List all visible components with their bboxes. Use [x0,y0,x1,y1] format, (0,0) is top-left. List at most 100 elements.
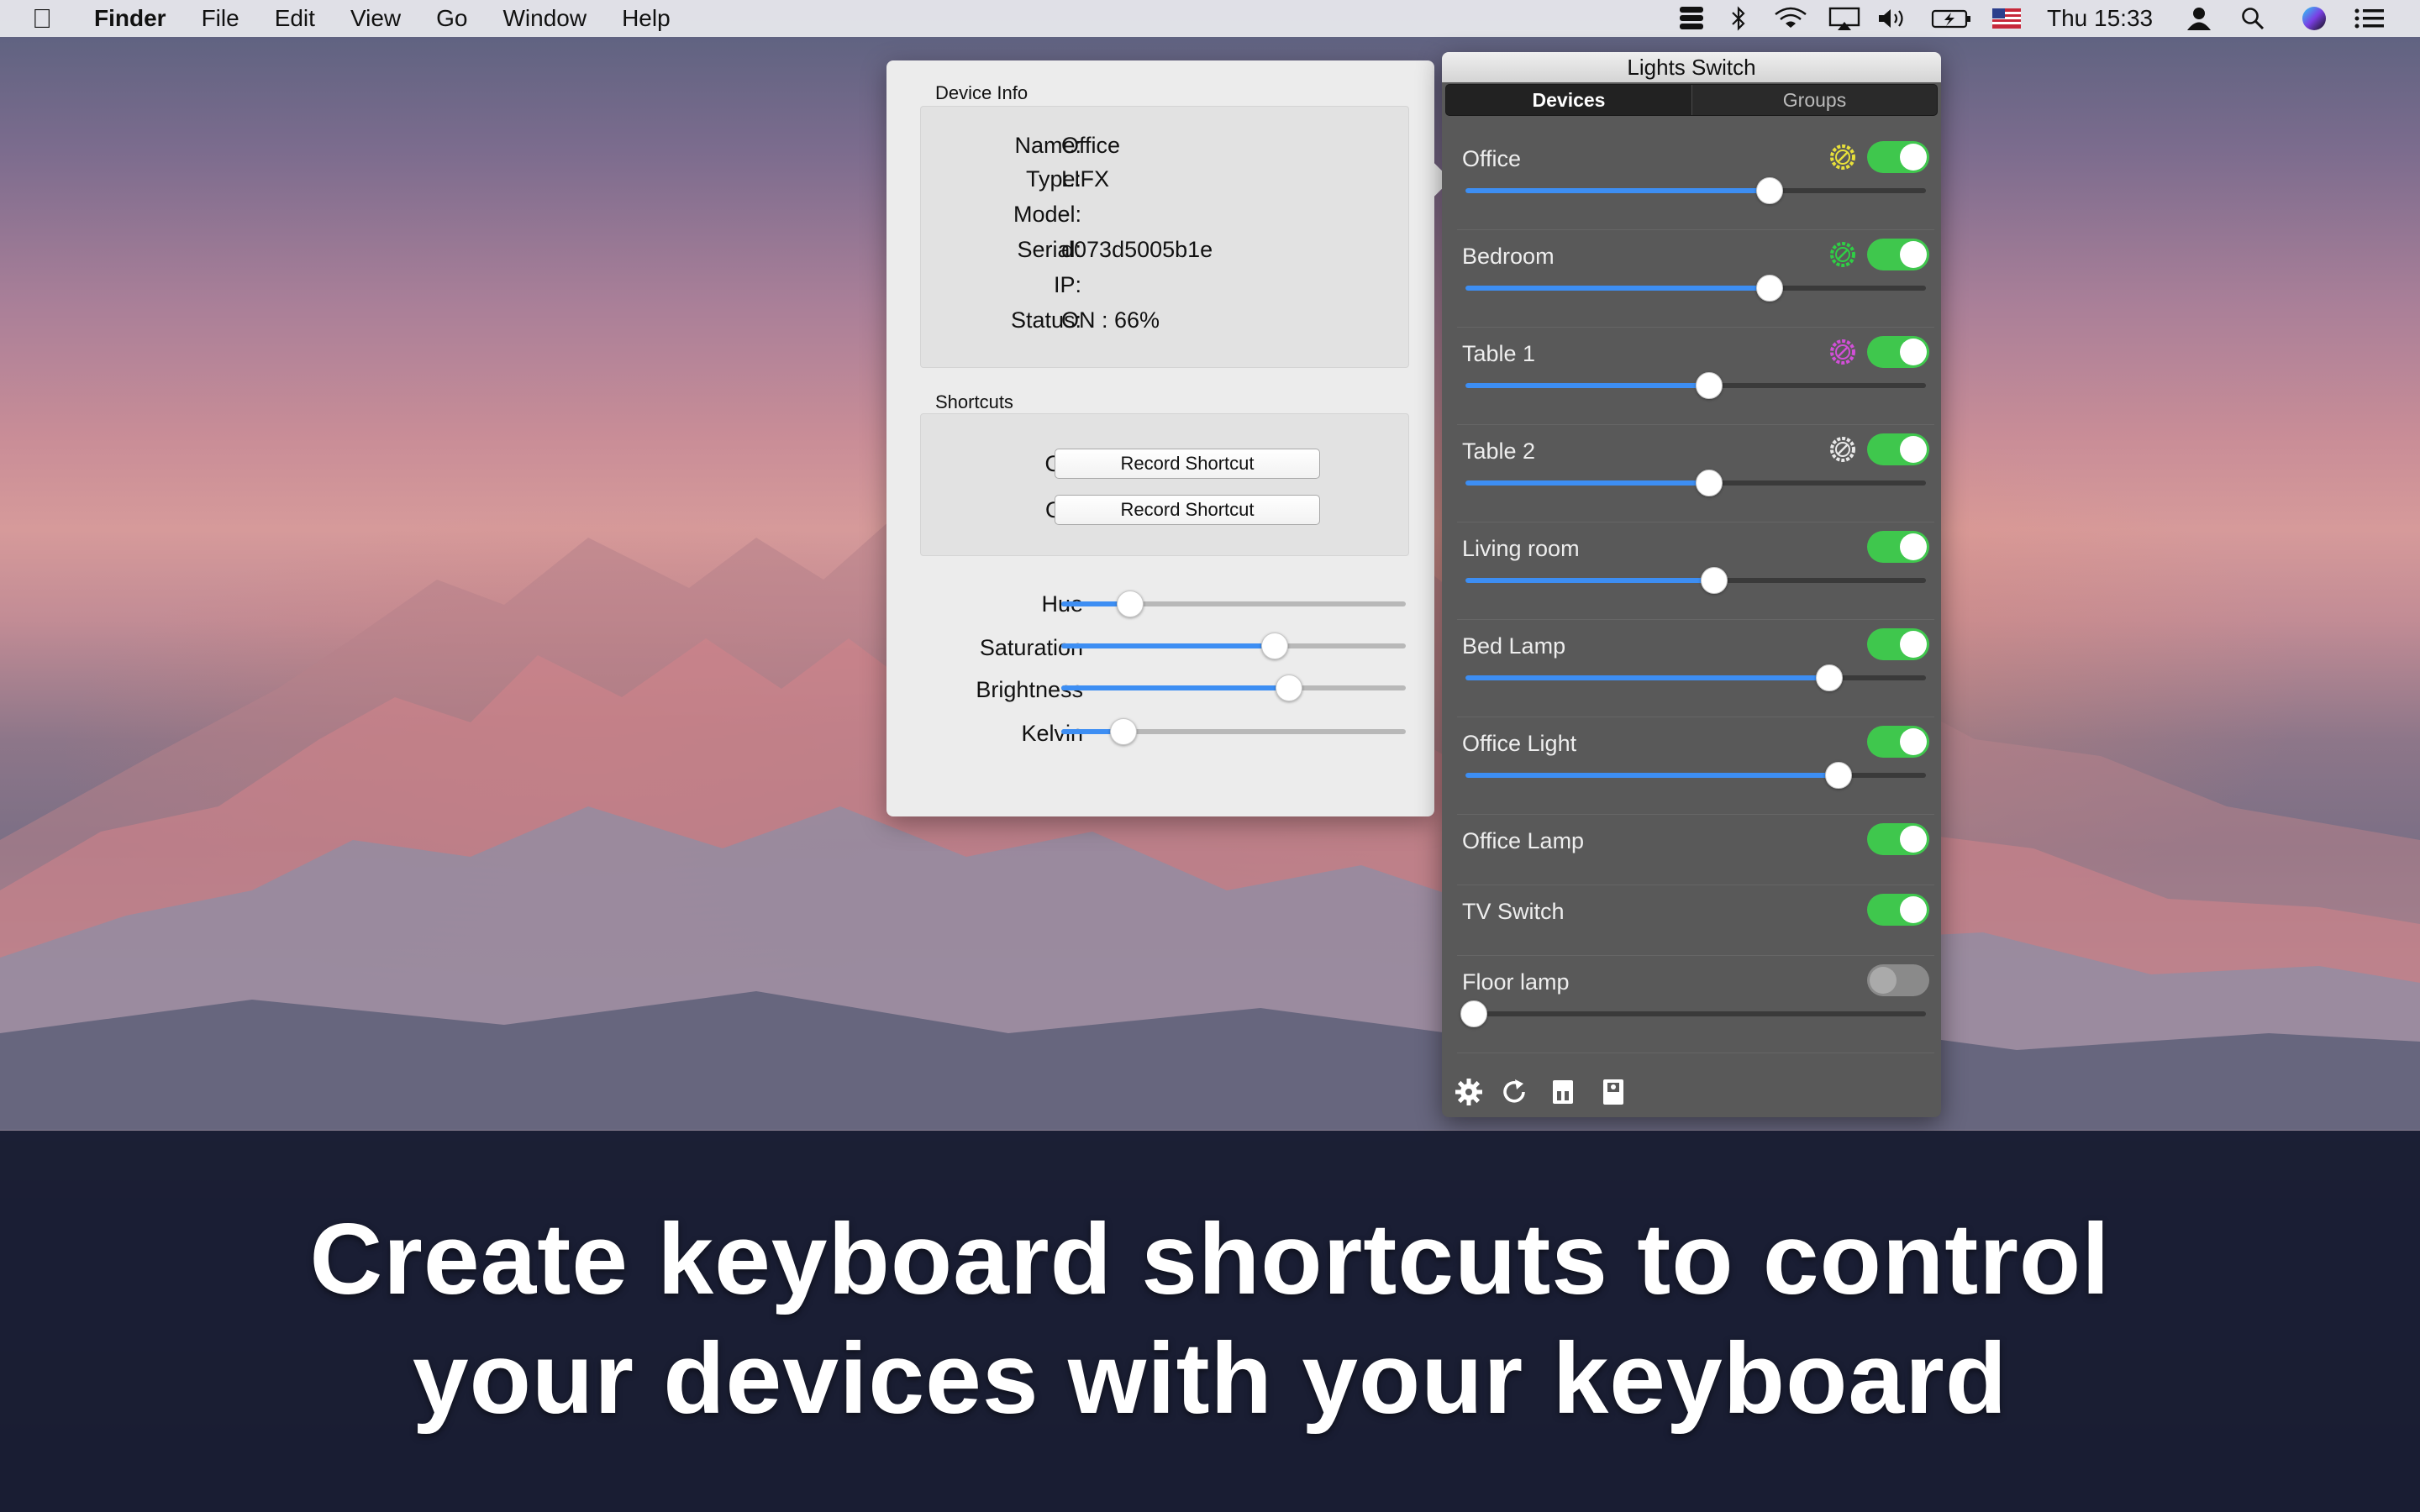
slider-knob[interactable] [1696,372,1723,399]
device-row[interactable]: TV Switch [1442,885,1941,956]
toggle-knob [1900,533,1927,560]
siri-icon[interactable] [2299,5,2329,32]
color-control-slider[interactable] [1061,591,1406,617]
menu-window[interactable]: Window [502,5,587,32]
slider-knob[interactable] [1275,675,1302,701]
device-toggle[interactable] [1867,433,1929,465]
color-control-slider[interactable] [1061,633,1406,659]
slider-knob[interactable] [1117,591,1144,617]
brightness-slider[interactable] [1465,275,1926,302]
device-toggle[interactable] [1867,823,1929,855]
status-label: Status: [1010,307,1081,333]
menu-view[interactable]: View [350,5,401,32]
brightness-slider[interactable] [1465,177,1926,204]
slider-knob[interactable] [1755,177,1783,204]
device-toggle[interactable] [1867,964,1929,996]
volume-icon[interactable] [1876,5,1909,32]
color-control-slider[interactable] [1061,675,1406,701]
serial-label: Serial: [1017,237,1081,262]
device-row[interactable]: Bed Lamp [1442,620,1941,717]
color-wheel-icon[interactable] [1828,435,1857,464]
record-off-shortcut-button[interactable]: Record Shortcut [1055,495,1320,525]
toggle-knob [1900,896,1927,923]
device-detail-popover: Device Info Name: Office Type: LIFX Mode… [886,60,1451,816]
device-toggle[interactable] [1867,726,1929,758]
device-icon[interactable] [1597,1075,1630,1109]
slider-knob[interactable] [1815,664,1843,691]
device-row[interactable]: Office [1442,133,1941,230]
brightness-slider[interactable] [1465,762,1926,789]
gear-icon[interactable] [1452,1075,1486,1109]
slider-knob[interactable] [1824,762,1852,789]
type-value: LIFX [1061,166,1110,192]
device-toggle[interactable] [1867,141,1929,173]
slider-fill [1465,286,1770,291]
device-row[interactable]: Floor lamp [1442,956,1941,1053]
color-wheel-icon[interactable] [1828,240,1857,269]
name-label: Name: [1014,133,1081,158]
refresh-icon[interactable] [1497,1075,1531,1109]
menu-file[interactable]: File [202,5,239,32]
color-wheel-icon[interactable] [1828,143,1857,171]
wifi-icon[interactable] [1771,5,1810,32]
tab-groups[interactable]: Groups [1691,85,1937,115]
device-name: Bedroom [1462,244,1555,269]
lights-switch-icon[interactable] [1676,5,1707,32]
caption-line-1: Create keyboard shortcuts to control [309,1203,2111,1315]
serial-value: d073d5005b1e [1061,237,1213,262]
brightness-slider[interactable] [1465,664,1926,691]
shortcuts-box [920,413,1409,556]
device-toggle[interactable] [1867,531,1929,563]
menu-go[interactable]: Go [436,5,467,32]
device-row[interactable]: Living room [1442,522,1941,620]
battery-icon[interactable] [1931,5,1973,32]
color-control-label: Kelvin [1021,721,1083,746]
menu-clock[interactable]: Thu 15:33 [2047,0,2153,37]
slider-knob[interactable] [1755,275,1783,302]
brightness-slider[interactable] [1465,567,1926,594]
menu-app-name[interactable]: Finder [94,5,166,32]
device-row[interactable]: Table 2 [1442,425,1941,522]
airplay-icon[interactable] [1827,5,1862,32]
color-control-slider[interactable] [1061,718,1406,745]
device-toggle[interactable] [1867,336,1929,368]
notification-list-icon[interactable] [2353,5,2386,32]
device-name: Table 1 [1462,341,1536,366]
device-name: Bed Lamp [1462,633,1566,659]
scene-icon[interactable] [1546,1075,1580,1109]
search-icon[interactable] [2238,5,2267,32]
apple-icon[interactable]:  [32,3,52,34]
bluetooth-icon[interactable] [1726,5,1751,32]
toggle-knob [1900,631,1927,658]
device-row[interactable]: Office Light [1442,717,1941,815]
device-row[interactable]: Office Lamp [1442,815,1941,885]
menu-edit[interactable]: Edit [275,5,315,32]
slider-knob[interactable] [1696,470,1723,496]
slider-knob[interactable] [1700,567,1728,594]
toggle-knob [1900,728,1927,755]
user-icon[interactable] [2185,5,2213,32]
status-value: ON : 66% [1061,307,1160,333]
device-row[interactable]: Bedroom [1442,230,1941,328]
slider-knob[interactable] [1261,633,1289,659]
color-wheel-icon[interactable] [1828,338,1857,366]
slider-knob[interactable] [1109,718,1137,745]
lights-switch-panel: Lights Switch Devices Groups Office Bedro… [1442,52,1941,1117]
slider-fill [1465,480,1710,486]
brightness-slider[interactable] [1465,470,1926,496]
brightness-slider[interactable] [1460,1000,1926,1027]
device-toggle[interactable] [1867,894,1929,926]
device-toggle[interactable] [1867,628,1929,660]
device-name: Office Light [1462,731,1577,756]
tab-devices[interactable]: Devices [1446,85,1691,115]
record-on-shortcut-button[interactable]: Record Shortcut [1055,449,1320,479]
menu-help[interactable]: Help [622,5,671,32]
flag-us-icon[interactable] [1991,5,2022,32]
toggle-knob [1900,436,1927,463]
device-row[interactable]: Table 1 [1442,328,1941,425]
device-toggle[interactable] [1867,239,1929,270]
type-label: Type: [1025,166,1081,192]
slider-knob[interactable] [1460,1000,1487,1027]
brightness-slider[interactable] [1465,372,1926,399]
device-name: Office [1462,146,1522,171]
